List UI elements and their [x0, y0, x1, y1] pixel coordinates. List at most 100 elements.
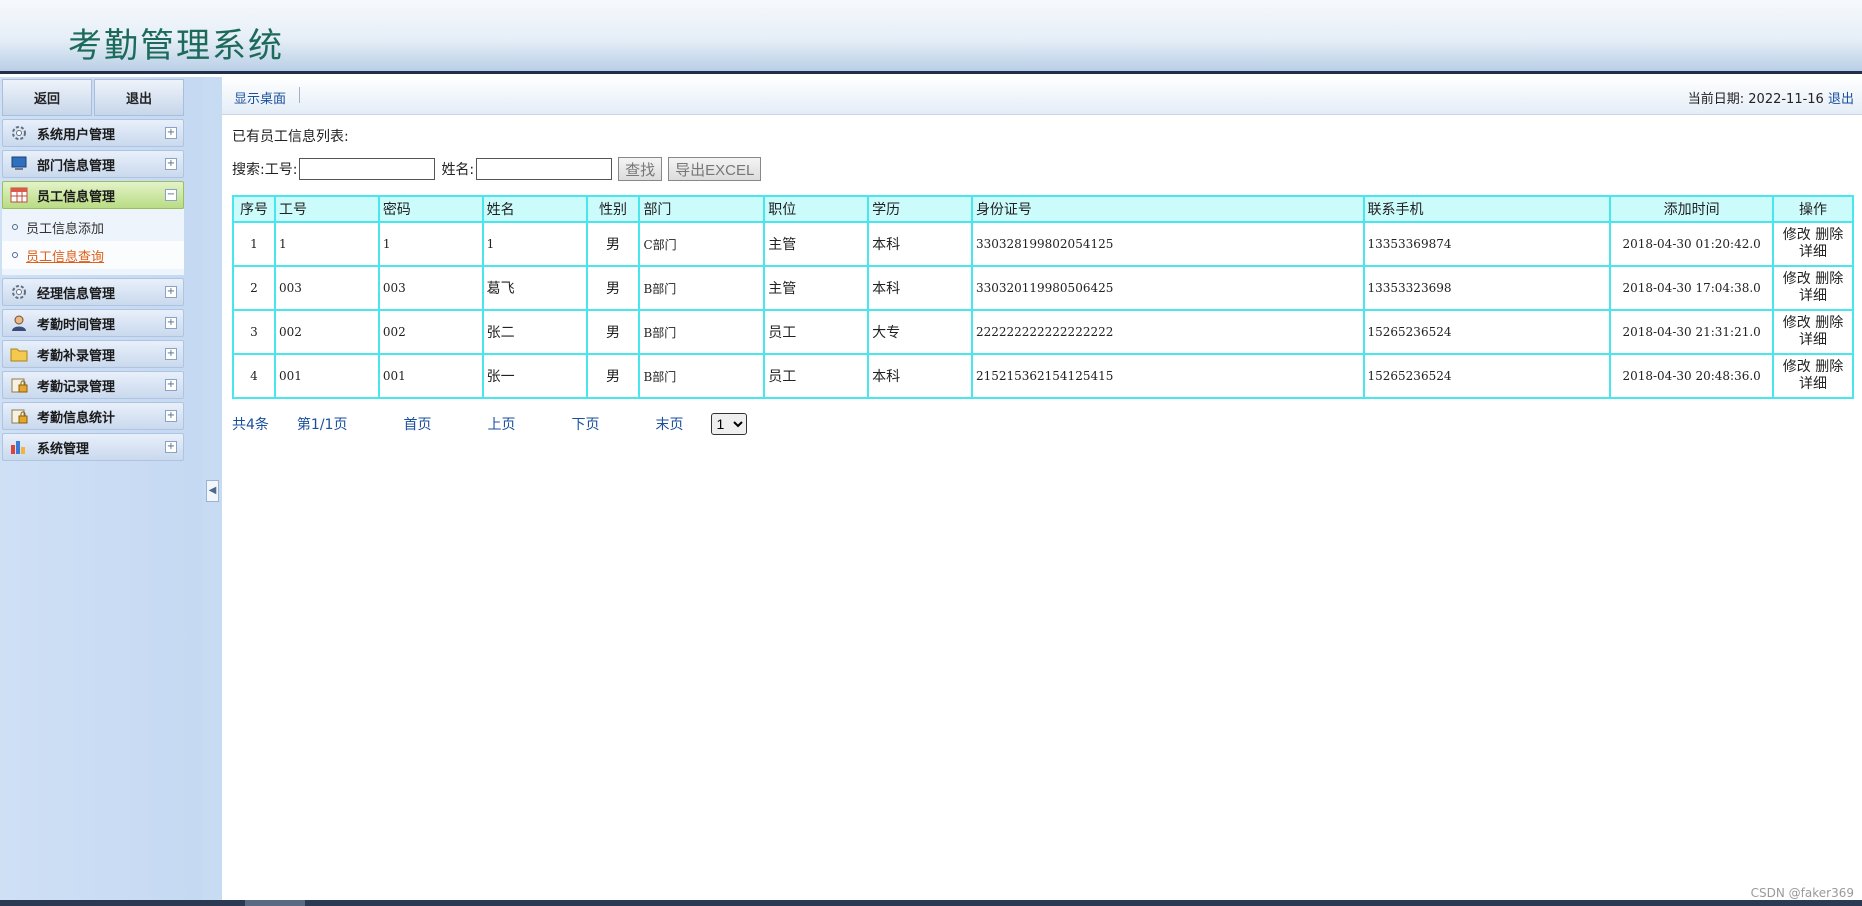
menu-system-users[interactable]: 系统用户管理 + [2, 119, 184, 147]
page-info: 第1/1页 [296, 417, 348, 433]
pagination: 共4条 第1/1页 首页 上页 下页 末页 1 [232, 413, 748, 435]
expand-icon[interactable]: + [165, 127, 177, 139]
edit-link[interactable]: 修改 [1783, 359, 1811, 375]
delete-link[interactable]: 删除 [1815, 359, 1843, 375]
cell-department: B部门 [638, 353, 766, 399]
delete-link[interactable]: 删除 [1815, 315, 1843, 331]
expand-icon[interactable]: + [165, 441, 177, 453]
cell-id-number: 215215362154125415 [970, 353, 1365, 399]
menu-employee[interactable]: 员工信息管理 − [2, 181, 184, 209]
collapse-icon[interactable]: − [165, 189, 177, 201]
column-header: 性别 [585, 195, 641, 223]
cell-index: 1 [232, 221, 276, 267]
lock-icon [9, 376, 29, 394]
submenu-employee-query[interactable]: 员工信息查询 [2, 241, 184, 269]
show-desktop-link[interactable]: 显示桌面 [234, 88, 286, 107]
menu-manager[interactable]: 经理信息管理 + [2, 278, 184, 306]
menu-system-management[interactable]: 系统管理 + [2, 433, 184, 461]
prev-page-link[interactable]: 上页 [487, 414, 515, 434]
bullet-icon [12, 224, 18, 230]
table-row: 2 003 003 葛飞 男 B部门 主管 本科 330320119980506… [232, 265, 1854, 311]
expand-icon[interactable]: + [165, 317, 177, 329]
cell-actions: 修改 删除 详细 [1772, 265, 1854, 311]
name-label: 姓名: [441, 162, 475, 178]
cell-education: 本科 [867, 221, 973, 267]
detail-link[interactable]: 详细 [1799, 332, 1827, 348]
menu-attendance-supplement[interactable]: 考勤补录管理 + [2, 340, 184, 368]
cell-education: 本科 [867, 265, 973, 311]
column-header: 操作 [1772, 195, 1854, 223]
app-title: 考勤管理系统 [68, 26, 284, 66]
sidebar: 返回 退出 系统用户管理 + 部门信息管理 + 员工信息管理 − 员工信息添加 … [0, 77, 222, 900]
cell-index: 3 [232, 309, 276, 355]
cell-department: B部门 [638, 309, 766, 355]
logout-button[interactable]: 退出 [94, 79, 184, 116]
expand-icon[interactable]: + [165, 158, 177, 170]
cell-name: 葛飞 [481, 265, 588, 311]
expand-icon[interactable]: + [165, 286, 177, 298]
next-page-link[interactable]: 下页 [571, 414, 599, 434]
collapse-sidebar-icon[interactable]: ◀ [206, 480, 219, 502]
cell-actions: 修改 删除 详细 [1772, 221, 1854, 267]
expand-icon[interactable]: + [165, 410, 177, 422]
gear-icon [9, 124, 29, 142]
expand-icon[interactable]: + [165, 348, 177, 360]
cell-id-number: 330320119980506425 [970, 265, 1365, 311]
back-button[interactable]: 返回 [2, 79, 92, 116]
cell-actions: 修改 删除 详细 [1772, 309, 1854, 355]
delete-link[interactable]: 删除 [1815, 271, 1843, 287]
cell-position: 主管 [763, 221, 870, 267]
cell-gender: 男 [585, 309, 641, 355]
edit-link[interactable]: 修改 [1783, 315, 1811, 331]
column-header: 学历 [867, 195, 973, 223]
menu-department[interactable]: 部门信息管理 + [2, 150, 184, 178]
last-page-link[interactable]: 末页 [655, 414, 683, 434]
menu-attendance-statistics[interactable]: 考勤信息统计 + [2, 402, 184, 430]
column-header: 部门 [638, 195, 766, 223]
cell-position: 员工 [763, 353, 870, 399]
page-select[interactable]: 1 [711, 413, 748, 435]
export-excel-button[interactable]: 导出EXCEL [668, 157, 762, 181]
cell-phone: 13353369874 [1362, 221, 1612, 267]
detail-link[interactable]: 详细 [1799, 288, 1827, 304]
employee-table: 序号 工号 密码 姓名 性别 部门 职位 学历 身份证号 联系手机 添加时间 操… [232, 195, 1854, 399]
main-content: 显示桌面 当前日期: 2022-11-16 退出 已有员工信息列表: 搜索: 工… [222, 77, 1862, 900]
cell-name: 张二 [481, 309, 588, 355]
chart-icon [9, 438, 29, 456]
submenu-employee-add[interactable]: 员工信息添加 [2, 213, 184, 241]
cell-phone: 15265236524 [1362, 309, 1612, 355]
toolbar-divider [299, 87, 300, 103]
cell-added-time: 2018-04-30 01:20:42.0 [1609, 221, 1775, 267]
column-header: 序号 [232, 195, 276, 223]
cell-department: C部门 [638, 221, 766, 267]
name-input[interactable] [476, 158, 613, 180]
table-icon [9, 186, 29, 204]
date-label: 当前日期: [1687, 92, 1749, 107]
emp-no-input[interactable] [299, 158, 436, 180]
emp-no-label: 工号: [264, 162, 298, 178]
find-button[interactable]: 查找 [618, 157, 663, 181]
edit-link[interactable]: 修改 [1783, 227, 1811, 243]
menu-attendance-time[interactable]: 考勤时间管理 + [2, 309, 184, 337]
cell-password: 1 [377, 221, 484, 267]
monitor-icon [9, 155, 29, 173]
bullet-icon [12, 252, 18, 258]
detail-link[interactable]: 详细 [1799, 376, 1827, 392]
cell-name: 1 [481, 221, 588, 267]
edit-link[interactable]: 修改 [1783, 271, 1811, 287]
expand-icon[interactable]: + [165, 379, 177, 391]
logout-link[interactable]: 退出 [1828, 92, 1854, 107]
delete-link[interactable]: 删除 [1815, 227, 1843, 243]
cell-position: 员工 [763, 309, 870, 355]
cell-index: 4 [232, 353, 276, 399]
detail-link[interactable]: 详细 [1799, 244, 1827, 260]
column-header: 姓名 [481, 195, 588, 223]
menu-attendance-records[interactable]: 考勤记录管理 + [2, 371, 184, 399]
lock-icon [9, 407, 29, 425]
table-header-row: 序号 工号 密码 姓名 性别 部门 职位 学历 身份证号 联系手机 添加时间 操… [232, 195, 1854, 223]
date-value: 2022-11-16 [1748, 92, 1824, 107]
first-page-link[interactable]: 首页 [403, 414, 431, 434]
cell-added-time: 2018-04-30 17:04:38.0 [1609, 265, 1775, 311]
cell-emp-no: 003 [273, 265, 380, 311]
search-label: 搜索: [232, 162, 265, 178]
